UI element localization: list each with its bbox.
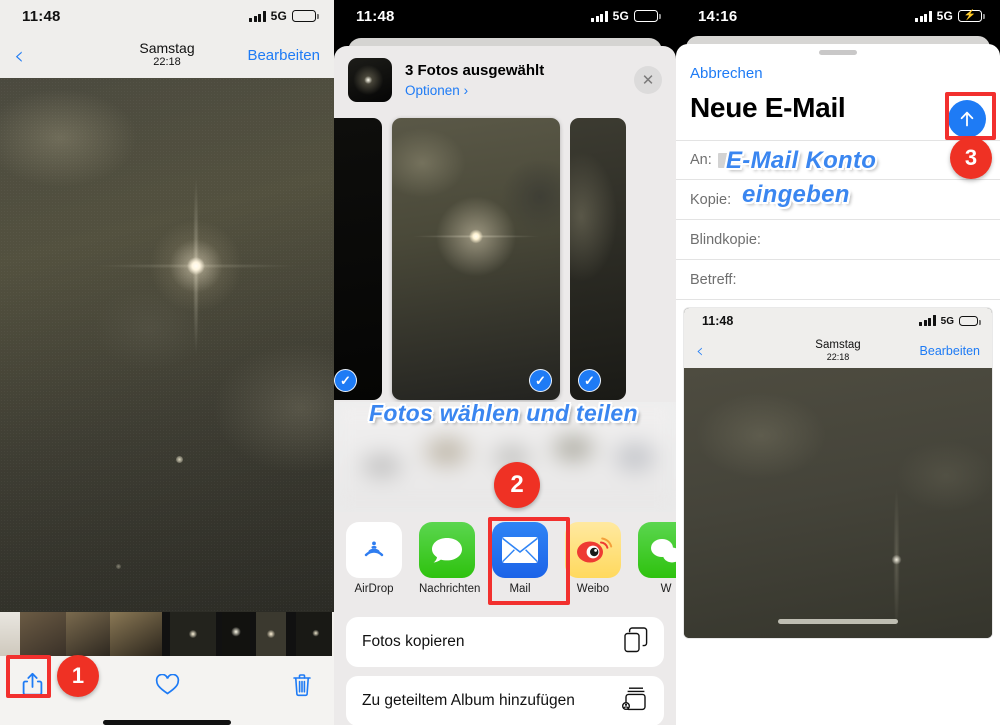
share-sheet-header: 3 Fotos ausgewählt Optionen › ✕ — [334, 46, 676, 116]
status-indicators: 5G — [249, 9, 319, 23]
status-time: 11:48 — [22, 7, 61, 25]
battery-icon — [292, 10, 319, 22]
panel-share-sheet: 11:48 5G 3 Fotos ausgewählt Optionen › ✕… — [334, 0, 676, 725]
field-subject[interactable]: Betreff: — [676, 260, 1000, 300]
share-target-label: Nachrichten — [419, 583, 481, 595]
signal-icon — [591, 10, 608, 22]
battery-icon — [634, 10, 661, 22]
status-time: 11:48 — [356, 7, 395, 25]
copy-icon — [624, 626, 648, 658]
status-time: 14:16 — [698, 7, 738, 25]
signal-icon — [249, 10, 266, 22]
share-target-wechat[interactable]: W — [638, 522, 676, 595]
home-indicator-photo-viewer — [0, 718, 334, 725]
battery-icon — [959, 316, 981, 326]
chevron-right-icon: › — [463, 82, 469, 98]
share-sheet-title: 3 Fotos ausgewählt — [405, 62, 545, 80]
step-badge-2: 2 — [494, 462, 540, 508]
callout-enter: eingeben — [742, 181, 850, 208]
trash-icon[interactable] — [292, 673, 312, 702]
attachment-home-indicator — [778, 619, 898, 624]
status-indicators: 5G ⚡ — [915, 9, 985, 23]
status-bar-photo-viewer: 11:48 5G — [0, 0, 334, 32]
chevron-left-icon[interactable]: ‹ — [14, 43, 24, 68]
battery-charging-icon: ⚡ — [958, 10, 985, 22]
status-bar-mail-compose: 14:16 5G ⚡ — [676, 0, 1000, 32]
field-label: Kopie: — [690, 191, 732, 208]
signal-icon — [919, 314, 936, 326]
attachment-date-title: Samstag 22:18 — [684, 339, 992, 362]
heart-icon[interactable] — [155, 673, 180, 701]
field-label: Blindkopie: — [690, 231, 761, 248]
share-options-label: Optionen — [405, 82, 460, 98]
status-bar-share-sheet: 11:48 5G — [334, 0, 676, 32]
share-target-messages[interactable]: Nachrichten — [419, 522, 481, 595]
highlight-box-mail-app — [488, 517, 570, 605]
cancel-button[interactable]: Abbrechen — [676, 55, 1000, 82]
field-label: An: — [690, 152, 712, 168]
network-label: 5G — [612, 9, 629, 23]
attachment-day-label: Samstag — [815, 339, 861, 352]
photo-left-edge[interactable]: ✓ — [334, 118, 382, 400]
wechat-icon — [638, 522, 676, 578]
callout-select-and-share: Fotos wählen und teilen — [369, 400, 638, 426]
action-label: Fotos kopieren — [362, 633, 465, 650]
attachment-status-bar: 11:48 5G — [684, 308, 992, 334]
shared-album-icon — [622, 686, 648, 717]
highlight-box-send-button — [945, 92, 996, 140]
edit-button[interactable]: Bearbeiten — [247, 47, 320, 64]
share-target-label: AirDrop — [354, 583, 394, 595]
network-label: 5G — [936, 9, 953, 23]
signal-icon — [915, 10, 932, 22]
selected-check-icon: ✓ — [529, 369, 552, 392]
messages-icon — [419, 522, 475, 578]
share-sheet: 3 Fotos ausgewählt Optionen › ✕ ✓ ✓ ✓ Ai… — [334, 46, 676, 725]
selected-check-icon: ✓ — [334, 369, 357, 392]
attachment-time-label: 22:18 — [826, 351, 850, 362]
selected-photo-thumbnail — [348, 58, 392, 102]
action-copy-photos[interactable]: Fotos kopieren — [346, 617, 664, 667]
attachment-navbar: ‹ Samstag 22:18 Bearbeiten — [684, 334, 992, 368]
field-bcc[interactable]: Blindkopie: — [676, 220, 1000, 260]
weibo-icon — [565, 522, 621, 578]
network-label: 5G — [270, 9, 287, 23]
step-badge-1: 1 — [57, 655, 99, 697]
photo-filmstrip[interactable] — [0, 612, 334, 656]
share-target-label: Weibo — [576, 583, 610, 595]
photo-viewer-navbar: ‹ Samstag 22:18 Bearbeiten — [0, 32, 334, 78]
panel-photo-viewer: 11:48 5G ‹ Samstag 22:18 Bearbeiten — [0, 0, 334, 725]
highlight-box-share-button — [6, 655, 51, 698]
field-label: Betreff: — [690, 271, 737, 288]
selected-photos-carousel[interactable]: ✓ ✓ ✓ — [334, 116, 676, 402]
action-label: Zu geteiltem Album hinzufügen — [362, 692, 575, 709]
attachment-photo — [684, 368, 992, 638]
action-add-shared-album[interactable]: Zu geteiltem Album hinzufügen — [346, 676, 664, 725]
airdrop-icon — [346, 522, 402, 578]
share-target-airdrop[interactable]: AirDrop — [346, 522, 402, 595]
status-indicators: 5G — [591, 9, 661, 23]
screenshot-stage: 11:48 5G ‹ Samstag 22:18 Bearbeiten 11:4… — [0, 0, 1000, 725]
close-icon[interactable]: ✕ — [634, 66, 662, 94]
share-options-link[interactable]: Optionen › — [405, 83, 621, 98]
share-target-label: W — [660, 583, 672, 595]
main-photo[interactable] — [0, 78, 334, 612]
step-badge-3: 3 — [950, 137, 992, 179]
photo-main[interactable]: ✓ — [392, 118, 560, 400]
photo-right-edge[interactable]: ✓ — [570, 118, 626, 400]
callout-email-account: E-Mail Konto — [726, 147, 877, 174]
network-label: 5G — [940, 315, 954, 327]
share-target-weibo[interactable]: Weibo — [565, 522, 621, 595]
mail-attachment-screenshot[interactable]: 11:48 5G ‹ Samstag 22:18 Bearbeiten — [684, 308, 992, 638]
status-time: 11:48 — [702, 314, 734, 328]
selected-check-icon: ✓ — [578, 369, 601, 392]
